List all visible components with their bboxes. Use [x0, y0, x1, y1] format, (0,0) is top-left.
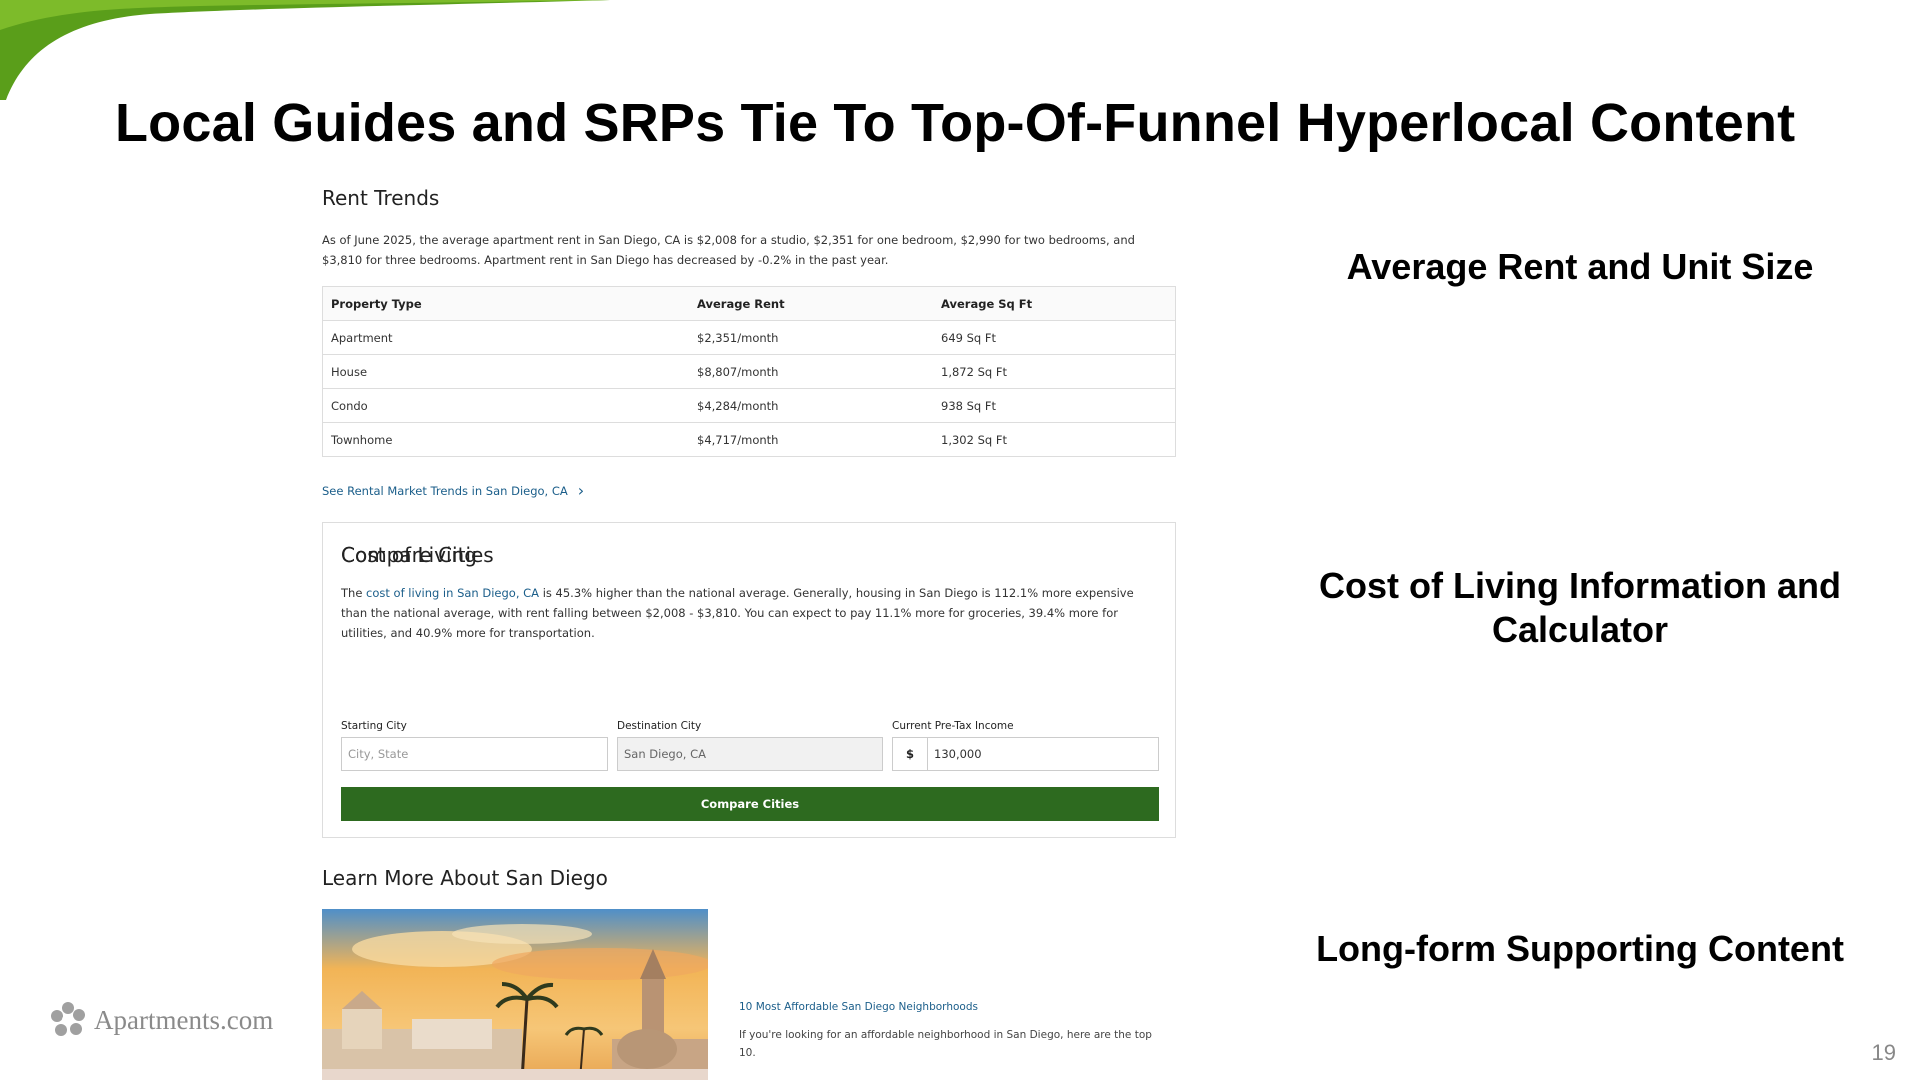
cost-of-living-card: Cost of Living The cost of living in San…: [322, 522, 1176, 838]
cell-average-sqft: 649 Sq Ft: [933, 320, 1176, 355]
table-row: Townhome $4,717/month 1,302 Sq Ft: [323, 423, 1176, 457]
apartments-logo: Apartments.com: [48, 1000, 273, 1040]
cost-of-living-paragraph: The cost of living in San Diego, CA is 4…: [341, 583, 1151, 643]
label-average-rent: Average Rent and Unit Size: [1346, 246, 1814, 287]
rental-market-trends-link[interactable]: See Rental Market Trends in San Diego, C…: [322, 481, 584, 500]
table-row: Apartment $2,351/month 649 Sq Ft: [322, 320, 1176, 355]
rental-market-trends-link-label: See Rental Market Trends in San Diego, C…: [322, 483, 568, 498]
learn-more-heading: Learn More About San Diego: [322, 866, 608, 890]
compare-cities-button[interactable]: Compare Cities: [341, 787, 1159, 821]
currency-symbol: $: [893, 738, 928, 770]
table-header-row: Property Type Average Rent Average Sq Ft: [322, 286, 1176, 321]
embedded-page-screenshot: Rent Trends As of June 2025, the average…: [322, 186, 1178, 1080]
cell-property-type: Townhome: [331, 432, 393, 447]
chevron-right-icon: ›: [577, 481, 585, 500]
rent-table: Property Type Average Rent Average Sq Ft…: [322, 286, 1176, 457]
cell-average-rent: $8,807/month: [689, 354, 933, 389]
cell-average-rent: $2,351/month: [689, 320, 933, 355]
cell-average-rent: $4,284/month: [689, 388, 933, 423]
table-row: House $8,807/month 1,872 Sq Ft: [322, 354, 1176, 389]
cell-average-sqft: 938 Sq Ft: [933, 388, 1176, 423]
apartments-logo-icon: [51, 1002, 85, 1036]
col-average-sqft: Average Sq Ft: [933, 286, 1176, 321]
article-description: If you're looking for an affordable neig…: [739, 1029, 1152, 1059]
article-link[interactable]: 10 Most Affordable San Diego Neighborhoo…: [739, 1001, 978, 1013]
income-input[interactable]: [928, 738, 1158, 770]
destination-city-label: Destination City: [617, 720, 702, 732]
income-field: $: [892, 737, 1159, 771]
slide-title: Local Guides and SRPs Tie To Top-Of-Funn…: [115, 93, 1796, 153]
compare-cities-heading: Compare Cities: [341, 543, 494, 567]
cell-property-type: Apartment: [322, 320, 689, 355]
rent-trends-heading: Rent Trends: [322, 186, 440, 210]
rent-trends-paragraph: As of June 2025, the average apartment r…: [322, 233, 1135, 267]
cell-average-rent: $4,717/month: [697, 432, 779, 447]
cell-property-type: House: [322, 354, 689, 389]
col-text-pre: The: [341, 586, 367, 600]
apartments-logo-text: Apartments.com: [94, 1004, 274, 1035]
label-cost-of-living: Cost of Living Information and Calculato…: [1319, 565, 1841, 650]
col-average-rent: Average Rent: [689, 286, 933, 321]
cell-property-type: Condo: [322, 388, 689, 423]
income-label: Current Pre-Tax Income: [892, 720, 1014, 732]
cell-average-sqft: 1,872 Sq Ft: [933, 354, 1176, 389]
page-number: 19: [1871, 1040, 1896, 1065]
destination-city-input[interactable]: [617, 737, 883, 771]
table-row: Condo $4,284/month 938 Sq Ft: [322, 388, 1176, 423]
starting-city-label: Starting City: [341, 720, 407, 732]
starting-city-input[interactable]: [341, 737, 608, 771]
cell-average-sqft: 1,302 Sq Ft: [941, 432, 1007, 447]
label-long-form: Long-form Supporting Content: [1316, 928, 1844, 969]
cost-of-living-link[interactable]: cost of living in San Diego, CA: [366, 586, 539, 600]
col-property-type: Property Type: [322, 286, 689, 321]
san-diego-photo[interactable]: [322, 909, 708, 1080]
